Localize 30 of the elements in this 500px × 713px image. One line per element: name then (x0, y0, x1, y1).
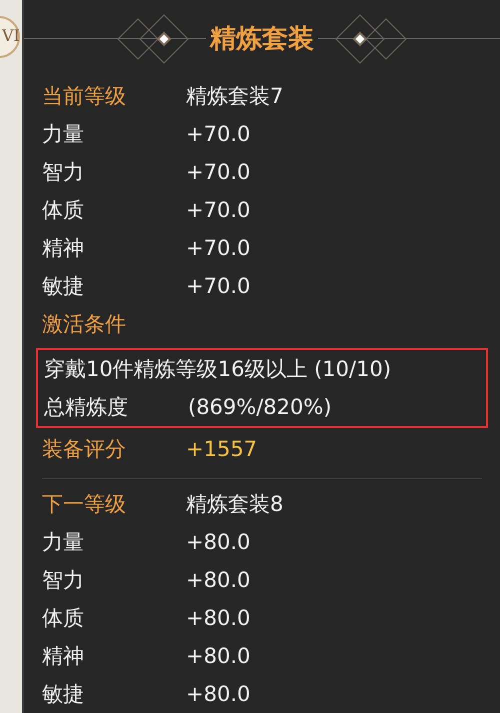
stat-value: +70.0 (186, 122, 250, 146)
stat-name: 敏捷 (42, 273, 85, 300)
stat-name: 精神 (42, 643, 85, 670)
stat-name: 智力 (42, 567, 85, 594)
stat-name: 精神 (42, 235, 85, 262)
stat-name: 体质 (42, 197, 85, 224)
section-label: 当前等级 (42, 83, 127, 110)
stat-name: 体质 (42, 605, 85, 632)
level-value: 精炼套装7 (186, 83, 284, 110)
section-label: 下一等级 (42, 491, 127, 518)
stat-value: +80.0 (186, 568, 250, 592)
stat-value: +70.0 (186, 160, 250, 184)
stat-value: +80.0 (186, 682, 250, 706)
stat-value: +80.0 (186, 530, 250, 554)
stat-value: +70.0 (186, 198, 250, 222)
level-value: 精炼套装8 (186, 491, 284, 518)
condition-text: 穿戴10件精炼等级16级以上 (10/10) (44, 356, 392, 383)
stat-name: 敏捷 (42, 681, 85, 708)
stat-value: +70.0 (186, 274, 250, 298)
condition-value: (869%/820%) (188, 395, 332, 419)
stat-value: +70.0 (186, 236, 250, 260)
condition-name: 总精炼度 (44, 394, 129, 421)
stat-name: 智力 (42, 159, 85, 186)
stat-name: 力量 (42, 121, 85, 148)
stat-name: 力量 (42, 529, 85, 556)
section-label: 装备评分 (42, 436, 127, 463)
section-label: 激活条件 (42, 311, 127, 338)
stat-value: +80.0 (186, 606, 250, 630)
stat-value: +80.0 (186, 644, 250, 668)
score-value: +1557 (186, 437, 258, 461)
